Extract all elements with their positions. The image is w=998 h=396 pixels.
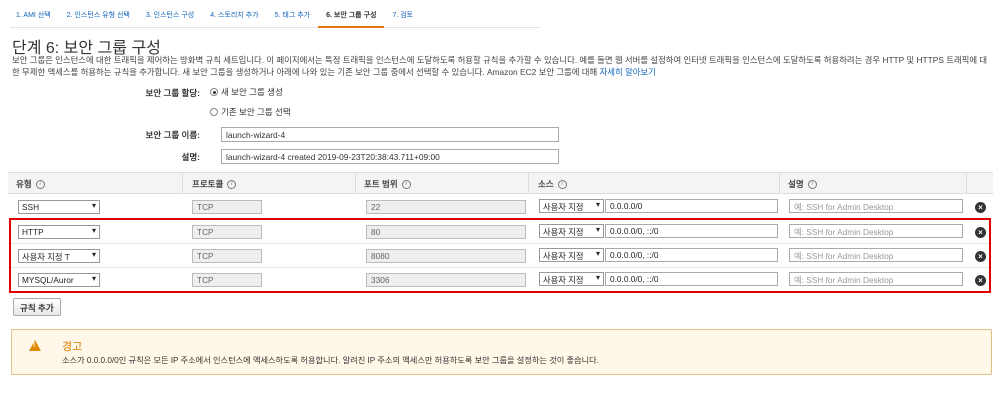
type-select[interactable]: 사용자 지정 T	[18, 249, 100, 263]
source-input[interactable]: 0.0.0.0/0, ::/0	[605, 248, 778, 262]
header-type: 유형 i	[16, 178, 45, 190]
radio-existing-group[interactable]: 기존 보안 그룹 선택	[210, 106, 291, 118]
tab-instance-type[interactable]: 2. 인스턴스 유형 선택	[59, 0, 138, 28]
tab-ami[interactable]: 1. AMI 선택	[10, 0, 59, 28]
info-icon[interactable]: i	[557, 179, 567, 189]
remove-rule-icon[interactable]: ×	[975, 251, 986, 262]
tab-storage[interactable]: 4. 스토리지 추가	[202, 0, 266, 28]
description-text: 보안 그룹은 인스턴스에 대한 트래픽을 제어하는 방화벽 규칙 세트입니다. …	[12, 55, 988, 77]
column-divider	[779, 172, 780, 194]
source-select[interactable]: 사용자 지정	[539, 248, 604, 262]
column-divider	[528, 172, 529, 194]
protocol-field: TCP	[192, 273, 262, 287]
info-icon[interactable]: i	[35, 179, 45, 189]
column-divider	[966, 172, 967, 194]
header-protocol: 프로토콜 i	[192, 178, 237, 190]
radio-selected-icon	[210, 88, 218, 96]
port-field: 8080	[366, 249, 526, 263]
header-port: 포트 범위 i	[364, 178, 411, 190]
group-name-input[interactable]: launch-wizard-4	[221, 127, 559, 142]
column-divider	[182, 172, 183, 194]
rule-description-input[interactable]: 예: SSH for Admin Desktop	[789, 248, 963, 262]
remove-rule-icon[interactable]: ×	[975, 275, 986, 286]
learn-more-link[interactable]: 자세히 알아보기	[600, 67, 656, 77]
radio-existing-label: 기존 보안 그룹 선택	[221, 107, 291, 117]
tab-review[interactable]: 7. 검토	[384, 0, 421, 28]
warning-icon: !	[29, 340, 41, 351]
table-row: HTTP TCP 80 사용자 지정 0.0.0.0/0, ::/0 예: SS…	[8, 220, 993, 244]
group-name-label: 보안 그룹 이름:	[145, 130, 200, 140]
rule-description-input[interactable]: 예: SSH for Admin Desktop	[789, 199, 963, 213]
add-rule-button[interactable]: 규칙 추가	[13, 298, 61, 316]
page-description: 보안 그룹은 인스턴스에 대한 트래픽을 제어하는 방화벽 규칙 세트입니다. …	[12, 54, 992, 78]
header-description: 설명 i	[788, 178, 817, 190]
group-desc-label: 설명:	[181, 152, 200, 162]
source-input[interactable]: 0.0.0.0/0, ::/0	[605, 272, 778, 286]
source-select[interactable]: 사용자 지정	[539, 224, 604, 238]
info-icon[interactable]: i	[227, 179, 237, 189]
source-select[interactable]: 사용자 지정	[539, 272, 604, 286]
tab-configure-instance[interactable]: 3. 인스턴스 구성	[138, 0, 202, 28]
rule-description-input[interactable]: 예: SSH for Admin Desktop	[789, 272, 963, 286]
table-row: MYSQL/Auror TCP 3306 사용자 지정 0.0.0.0/0, :…	[8, 268, 993, 292]
info-icon[interactable]: i	[401, 179, 411, 189]
warning-text: 소스가 0.0.0.0/0인 규칙은 모든 IP 주소에서 인스턴스에 액세스하…	[62, 356, 599, 365]
port-field: 3306	[366, 273, 526, 287]
assign-label: 보안 그룹 할당:	[145, 88, 200, 98]
table-row: 사용자 지정 T TCP 8080 사용자 지정 0.0.0.0/0, ::/0…	[8, 244, 993, 268]
remove-rule-icon[interactable]: ×	[975, 227, 986, 238]
port-field: 80	[366, 225, 526, 239]
radio-new-group[interactable]: 새 보안 그룹 생성	[210, 86, 283, 98]
wizard-tabs: 1. AMI 선택 2. 인스턴스 유형 선택 3. 인스턴스 구성 4. 스토…	[10, 0, 540, 28]
rules-table-header: 유형 i 프로토콜 i 포트 범위 i 소스 i 설명 i	[8, 172, 993, 194]
warning-panel: ! 경고 소스가 0.0.0.0/0인 규칙은 모든 IP 주소에서 인스턴스에…	[11, 329, 992, 375]
tab-tags[interactable]: 5. 태그 추가	[267, 0, 319, 28]
protocol-field: TCP	[192, 249, 262, 263]
column-divider	[355, 172, 356, 194]
tab-security-group[interactable]: 6. 보안 그룹 구성	[318, 0, 385, 28]
remove-rule-icon[interactable]: ×	[975, 202, 986, 213]
type-select[interactable]: SSH	[18, 200, 100, 214]
radio-unselected-icon	[210, 108, 218, 116]
warning-title: 경고	[62, 341, 83, 353]
port-field: 22	[366, 200, 526, 214]
header-source: 소스 i	[538, 178, 567, 190]
radio-new-label: 새 보안 그룹 생성	[221, 87, 283, 97]
source-input[interactable]: 0.0.0.0/0, ::/0	[605, 224, 778, 238]
protocol-field: TCP	[192, 225, 262, 239]
info-icon[interactable]: i	[807, 179, 817, 189]
source-select[interactable]: 사용자 지정	[539, 199, 604, 213]
group-desc-input[interactable]: launch-wizard-4 created 2019-09-23T20:38…	[221, 149, 559, 164]
source-input[interactable]: 0.0.0.0/0	[605, 199, 778, 213]
type-select[interactable]: MYSQL/Auror	[18, 273, 100, 287]
rule-description-input[interactable]: 예: SSH for Admin Desktop	[789, 224, 963, 238]
type-select[interactable]: HTTP	[18, 225, 100, 239]
table-row: SSH TCP 22 사용자 지정 0.0.0.0/0 예: SSH for A…	[8, 195, 993, 219]
protocol-field: TCP	[192, 200, 262, 214]
